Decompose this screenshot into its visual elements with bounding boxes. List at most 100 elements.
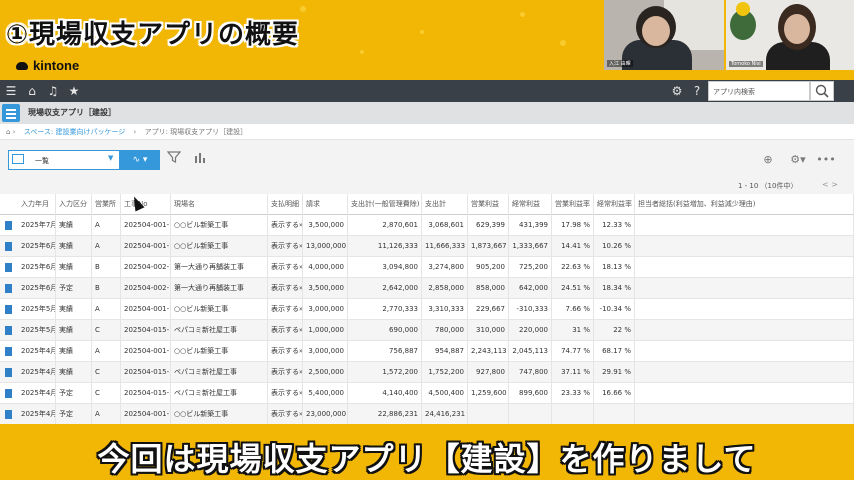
app-search-input[interactable]: アプリ内検索 bbox=[708, 81, 810, 101]
table-row[interactable]: 2025年7月 実績 A 202504-001-1 ○○ビル新築工事 表示する» 3,500… bbox=[0, 215, 854, 236]
table-row[interactable]: 2025年4月 実績 A 202504-001-1 ○○ビル新築工事 表示する» 3,000… bbox=[0, 341, 854, 362]
cell-site-name: 第一大通り再舗装工事 bbox=[171, 278, 268, 299]
cell-office: B bbox=[92, 257, 121, 278]
record-detail-icon[interactable] bbox=[5, 242, 12, 251]
cell-input-month: 2025年4月 bbox=[18, 341, 56, 362]
cell-operating-profit: 2,243,113 bbox=[468, 341, 509, 362]
cell-payment-detail[interactable]: 表示する» bbox=[268, 320, 303, 341]
cell-ordinary-profit: 2,045,113 bbox=[509, 341, 552, 362]
chevron-down-icon: ▼ bbox=[108, 154, 114, 162]
cell-operating-profit: 310,000 bbox=[468, 320, 509, 341]
home-icon[interactable]: ⌂ bbox=[25, 84, 39, 98]
cell-site-name: ○○ビル新築工事 bbox=[171, 236, 268, 257]
column-header-billing[interactable]: 請求 bbox=[303, 194, 348, 215]
column-header-project-no[interactable]: 工事No bbox=[121, 194, 171, 215]
cell-ordinary-profit: 1,333,667 bbox=[509, 236, 552, 257]
breadcrumb-home-icon[interactable]: ⌂ › bbox=[6, 128, 15, 136]
table-row[interactable]: 2025年5月 実績 C 202504-015-1 ペパコミ新社屋工事 表示する» 1,00… bbox=[0, 320, 854, 341]
table-row[interactable]: 2025年5月 実績 A 202504-001-1 ○○ビル新築工事 表示する» 3,000… bbox=[0, 299, 854, 320]
cell-project-no: 202504-015-1 bbox=[121, 383, 171, 404]
bell-icon[interactable]: ♫ bbox=[46, 84, 60, 98]
record-detail-icon[interactable] bbox=[5, 347, 12, 356]
table-row[interactable]: 2025年6月 予定 B 202504-002-1 第一大通り再舗装工事 表示する» 3,5… bbox=[0, 278, 854, 299]
column-header-expense-total[interactable]: 支出計 bbox=[422, 194, 468, 215]
column-header-ordinary-profit[interactable]: 経常利益 bbox=[509, 194, 552, 215]
record-detail-icon[interactable] bbox=[5, 305, 12, 314]
view-select[interactable]: 一覧 bbox=[8, 150, 120, 170]
cell-billing: 5,400,000 bbox=[303, 383, 348, 404]
column-header-expense-excl[interactable]: 支出計(一般管理費除) bbox=[348, 194, 422, 215]
cell-input-type: 実績 bbox=[56, 299, 92, 320]
subtitle-bar: 今回は現場収支アプリ【建設】を作りまして bbox=[0, 424, 854, 480]
column-header-office[interactable]: 営業所 bbox=[92, 194, 121, 215]
settings-button[interactable]: ⚙▾ bbox=[784, 150, 812, 170]
cell-project-no: 202504-002-1 bbox=[121, 278, 171, 299]
cell-payment-detail[interactable]: 表示する» bbox=[268, 362, 303, 383]
table-row[interactable]: 2025年4月 予定 C 202504-015-1 ペパコミ新社屋工事 表示する» 5,40… bbox=[0, 383, 854, 404]
video-title: ①現場収支アプリの概要 bbox=[6, 20, 300, 50]
column-header-ordinary-margin[interactable]: 経常利益率 bbox=[594, 194, 635, 215]
record-detail-icon[interactable] bbox=[5, 326, 12, 335]
breadcrumb-space[interactable]: スペース: 建設業向けパッケージ bbox=[24, 128, 126, 136]
record-detail-icon[interactable] bbox=[5, 284, 12, 293]
cell-ordinary-margin: -10.34 % bbox=[594, 299, 635, 320]
record-count: 1 - 10 （10件中） bbox=[738, 182, 798, 190]
bar-chart-icon bbox=[195, 153, 205, 163]
cell-payment-detail[interactable]: 表示する» bbox=[268, 236, 303, 257]
cell-operating-profit: 629,399 bbox=[468, 215, 509, 236]
cell-payment-detail[interactable]: 表示する» bbox=[268, 278, 303, 299]
cell-project-no: 202504-001-1 bbox=[121, 404, 171, 425]
column-header-manager-summary[interactable]: 担当者総括(利益増加、利益減少理由) bbox=[635, 194, 854, 215]
cell-site-name: ○○ビル新築工事 bbox=[171, 215, 268, 236]
cell-input-type: 予定 bbox=[56, 278, 92, 299]
more-options-button[interactable]: ••• bbox=[816, 150, 836, 170]
cell-site-name: ○○ビル新築工事 bbox=[171, 299, 268, 320]
cell-input-month: 2025年5月 bbox=[18, 299, 56, 320]
column-header-site-name[interactable]: 現場名 bbox=[171, 194, 268, 215]
column-header-operating-profit[interactable]: 営業利益 bbox=[468, 194, 509, 215]
table-row[interactable]: 2025年4月 実績 C 202504-015-1 ペパコミ新社屋工事 表示する» 2,50… bbox=[0, 362, 854, 383]
pager[interactable]: < > bbox=[822, 180, 838, 189]
cell-payment-detail[interactable]: 表示する» bbox=[268, 341, 303, 362]
filter-button[interactable] bbox=[164, 150, 184, 170]
decor-dot bbox=[560, 40, 566, 46]
cell-input-month: 2025年4月 bbox=[18, 404, 56, 425]
cell-billing: 1,000,000 bbox=[303, 320, 348, 341]
cell-operating-margin: 37.11 % bbox=[552, 362, 594, 383]
app-menu-button[interactable] bbox=[2, 104, 20, 122]
cell-payment-detail[interactable]: 表示する» bbox=[268, 383, 303, 404]
record-detail-icon[interactable] bbox=[5, 389, 12, 398]
record-detail-icon[interactable] bbox=[5, 368, 12, 377]
cell-payment-detail[interactable]: 表示する» bbox=[268, 299, 303, 320]
kintone-logo-icon bbox=[16, 61, 28, 70]
record-detail-icon[interactable] bbox=[5, 221, 12, 230]
search-button[interactable] bbox=[810, 81, 834, 101]
column-header-input-month[interactable]: 入力年月 bbox=[18, 194, 56, 215]
table-row[interactable]: 2025年4月 予定 A 202504-001-1 ○○ビル新築工事 表示する» 23,00… bbox=[0, 404, 854, 425]
webcam-participant-2: Tomoko Nisi bbox=[726, 0, 854, 70]
column-header-input-type[interactable]: 入力区分 bbox=[56, 194, 92, 215]
cell-payment-detail[interactable]: 表示する» bbox=[268, 404, 303, 425]
help-icon[interactable]: ? bbox=[690, 84, 704, 98]
star-icon[interactable]: ★ bbox=[67, 84, 81, 98]
cell-office: B bbox=[92, 278, 121, 299]
table-row[interactable]: 2025年6月 実績 B 202504-002-1 第一大通り再舗装工事 表示する» 4,0… bbox=[0, 257, 854, 278]
graph-button[interactable]: ∿ ▾ bbox=[120, 150, 160, 170]
gear-icon[interactable]: ⚙ bbox=[670, 84, 684, 98]
record-detail-icon[interactable] bbox=[5, 263, 12, 272]
add-record-button[interactable]: ⊕ bbox=[758, 150, 778, 170]
cell-project-no: 202504-001-1 bbox=[121, 299, 171, 320]
cell-expense-total: 11,666,333 bbox=[422, 236, 468, 257]
menu-icon[interactable]: ☰ bbox=[4, 84, 18, 98]
chart-button[interactable] bbox=[190, 150, 210, 170]
cell-manager-summary bbox=[635, 278, 854, 299]
record-detail-icon[interactable] bbox=[5, 410, 12, 419]
cell-payment-detail[interactable]: 表示する» bbox=[268, 215, 303, 236]
cell-expense-excl: 3,094,800 bbox=[348, 257, 422, 278]
column-header-payment-detail[interactable]: 支払明細 bbox=[268, 194, 303, 215]
column-header-operating-margin[interactable]: 営業利益率 bbox=[552, 194, 594, 215]
table-row[interactable]: 2025年6月 実績 A 202504-001-1 ○○ビル新築工事 表示する» 13,00… bbox=[0, 236, 854, 257]
filter-icon bbox=[166, 151, 182, 163]
cell-payment-detail[interactable]: 表示する» bbox=[268, 257, 303, 278]
cell-project-no: 202504-001-1 bbox=[121, 215, 171, 236]
